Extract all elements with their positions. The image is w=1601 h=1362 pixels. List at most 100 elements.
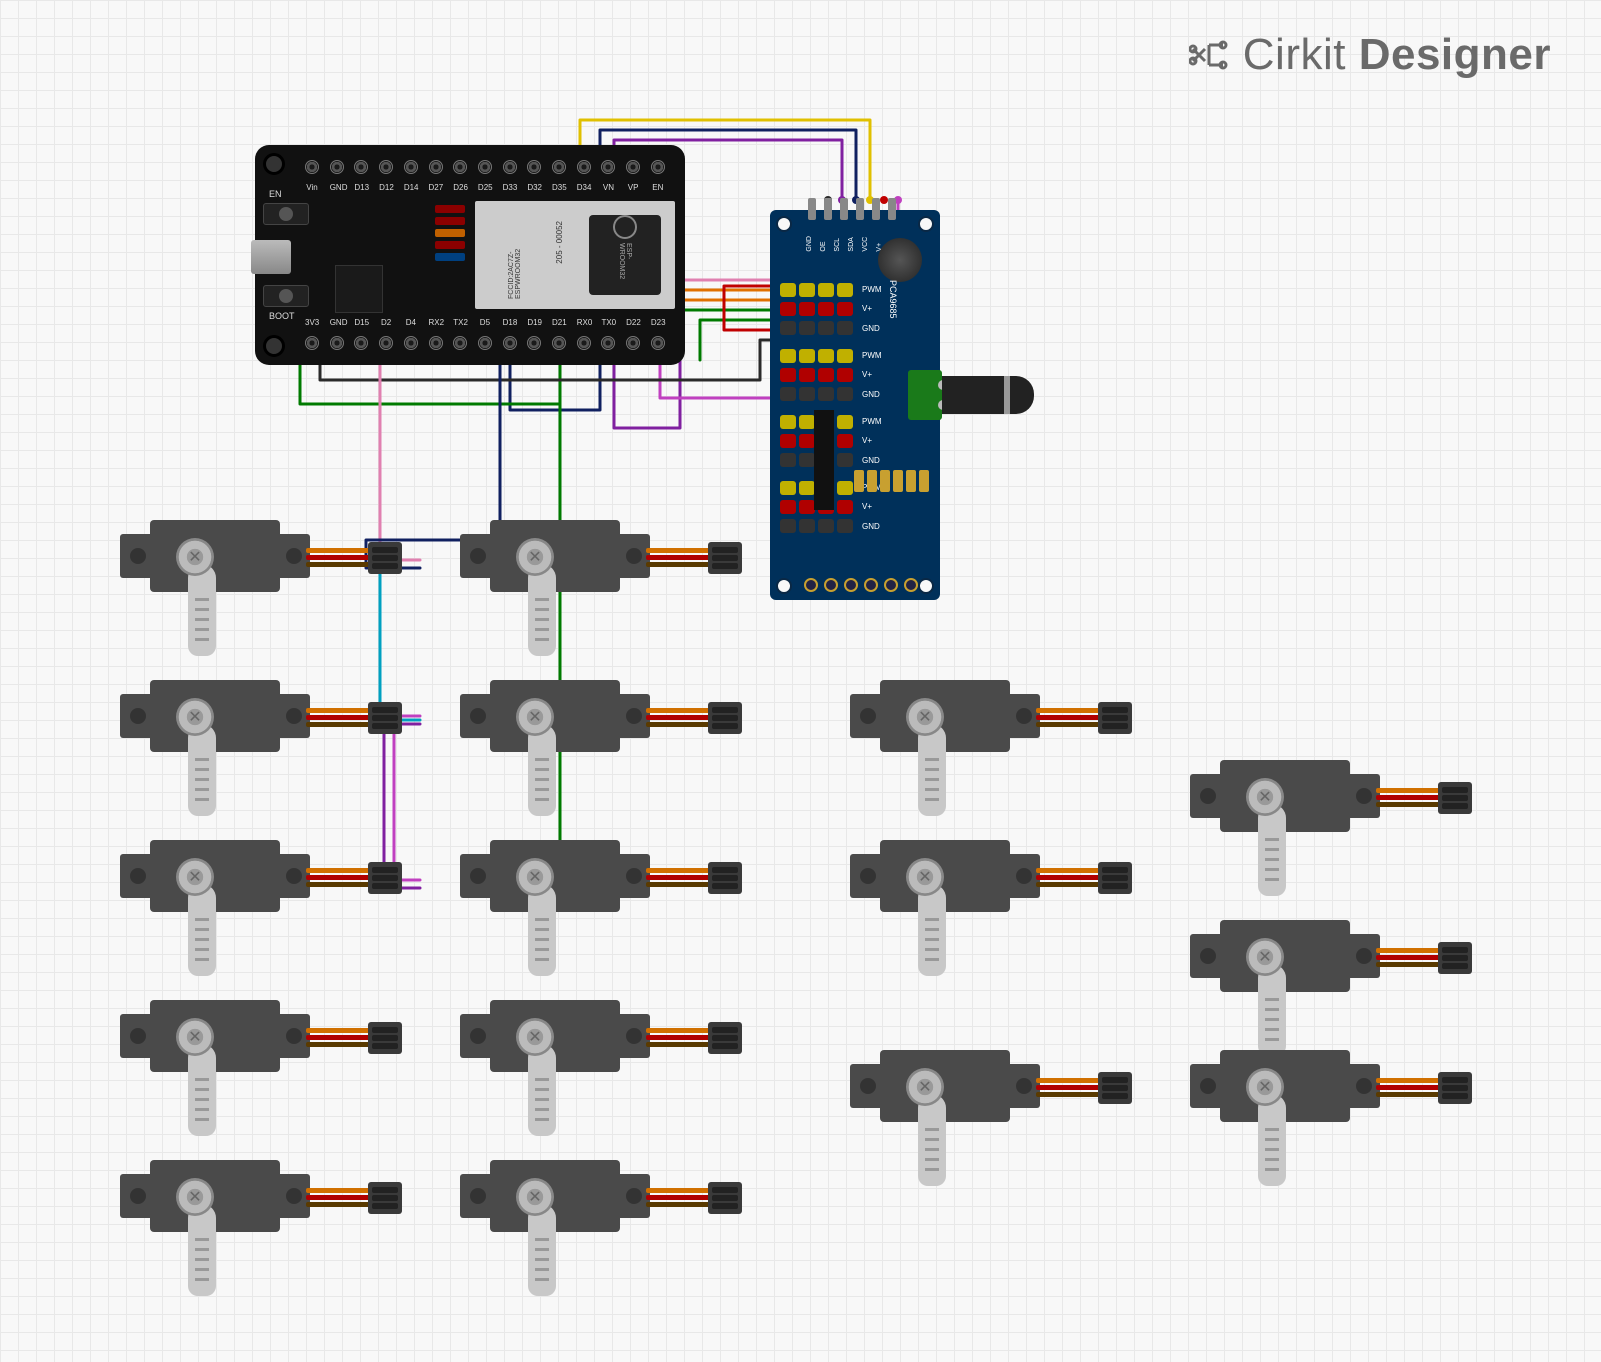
- i2c-out-v+[interactable]: [904, 578, 918, 592]
- pin-d23[interactable]: [651, 336, 665, 350]
- i2c-pin-v+[interactable]: [888, 198, 896, 220]
- servo-15[interactable]: [1190, 1050, 1450, 1140]
- servo-horn[interactable]: [1258, 1094, 1286, 1186]
- pin-d19[interactable]: [527, 336, 541, 350]
- pin-d32[interactable]: [527, 160, 541, 174]
- servo-8[interactable]: [1190, 760, 1450, 850]
- pca9685-board[interactable]: GNDOESCLSDAVCCV+ PCA9685 PWMV+GND PWMV+G…: [770, 210, 940, 600]
- servo-row-pwm[interactable]: [780, 349, 858, 363]
- design-canvas[interactable]: Cirkit Designer: [0, 0, 1601, 1362]
- pin-tx0[interactable]: [601, 336, 615, 350]
- pin-d34[interactable]: [577, 160, 591, 174]
- servo-connector[interactable]: [708, 542, 742, 574]
- servo-connector[interactable]: [708, 702, 742, 734]
- servo-connector[interactable]: [1098, 1072, 1132, 1104]
- servo-connector[interactable]: [368, 862, 402, 894]
- pin-d35[interactable]: [552, 160, 566, 174]
- pin-d26[interactable]: [453, 160, 467, 174]
- pin-d2[interactable]: [379, 336, 393, 350]
- i2c-header-top[interactable]: [808, 198, 896, 220]
- esp32-top-header[interactable]: [305, 153, 665, 181]
- pin-d22[interactable]: [626, 336, 640, 350]
- servo-connector[interactable]: [1098, 702, 1132, 734]
- pin-vp[interactable]: [626, 160, 640, 174]
- pin-d13[interactable]: [354, 160, 368, 174]
- servo-horn[interactable]: [918, 1094, 946, 1186]
- servo-3[interactable]: [460, 680, 720, 770]
- servo-9[interactable]: [120, 1000, 380, 1090]
- esp32-board[interactable]: VinGNDD13D12D14D27D26D25D33D32D35D34VNVP…: [255, 145, 685, 365]
- servo-horn[interactable]: [1258, 804, 1286, 896]
- pin-gnd[interactable]: [330, 160, 344, 174]
- pin-d14[interactable]: [404, 160, 418, 174]
- barrel-jack[interactable]: [942, 376, 1034, 414]
- servo-14[interactable]: [850, 1050, 1110, 1140]
- servo-horn[interactable]: [528, 884, 556, 976]
- address-jumpers[interactable]: [854, 470, 929, 492]
- servo-connector[interactable]: [368, 1182, 402, 1214]
- servo-channels-0-3[interactable]: [780, 280, 858, 338]
- pin-d27[interactable]: [429, 160, 443, 174]
- i2c-out-gnd[interactable]: [804, 578, 818, 592]
- servo-4[interactable]: [850, 680, 1110, 770]
- i2c-pin-gnd[interactable]: [808, 198, 816, 220]
- pin-vin[interactable]: [305, 160, 319, 174]
- servo-5[interactable]: [120, 840, 380, 930]
- servo-horn[interactable]: [528, 1044, 556, 1136]
- servo-horn[interactable]: [918, 884, 946, 976]
- pin-d25[interactable]: [478, 160, 492, 174]
- servo-row-pwm[interactable]: [780, 283, 858, 297]
- servo-horn[interactable]: [918, 724, 946, 816]
- i2c-pin-oe[interactable]: [824, 198, 832, 220]
- pin-d33[interactable]: [503, 160, 517, 174]
- servo-horn[interactable]: [1258, 964, 1286, 1056]
- servo-1[interactable]: [460, 520, 720, 610]
- boot-button[interactable]: [263, 285, 309, 307]
- servo-10[interactable]: [460, 1000, 720, 1090]
- servo-horn[interactable]: [528, 724, 556, 816]
- pin-d21[interactable]: [552, 336, 566, 350]
- servo-row-vcc[interactable]: [780, 368, 858, 382]
- servo-13[interactable]: [460, 1160, 720, 1250]
- servo-channels-4-7[interactable]: [780, 346, 858, 404]
- i2c-out-oe[interactable]: [824, 578, 838, 592]
- pin-3v3[interactable]: [305, 336, 319, 350]
- esp32-bottom-header[interactable]: [305, 329, 665, 357]
- servo-horn[interactable]: [188, 884, 216, 976]
- servo-connector[interactable]: [1438, 782, 1472, 814]
- servo-0[interactable]: [120, 520, 380, 610]
- pin-tx2[interactable]: [453, 336, 467, 350]
- servo-connector[interactable]: [1438, 1072, 1472, 1104]
- pin-rx0[interactable]: [577, 336, 591, 350]
- pin-vn[interactable]: [601, 160, 615, 174]
- servo-connector[interactable]: [708, 1022, 742, 1054]
- pin-d4[interactable]: [404, 336, 418, 350]
- servo-connector[interactable]: [1098, 862, 1132, 894]
- servo-row-vcc[interactable]: [780, 302, 858, 316]
- servo-horn[interactable]: [188, 1044, 216, 1136]
- servo-11[interactable]: [1190, 920, 1450, 1010]
- servo-connector[interactable]: [708, 1182, 742, 1214]
- i2c-pin-sda[interactable]: [856, 198, 864, 220]
- servo-7[interactable]: [850, 840, 1110, 930]
- pin-d18[interactable]: [503, 336, 517, 350]
- servo-connector[interactable]: [1438, 942, 1472, 974]
- servo-horn[interactable]: [188, 564, 216, 656]
- pin-d5[interactable]: [478, 336, 492, 350]
- i2c-out-sda[interactable]: [864, 578, 878, 592]
- servo-2[interactable]: [120, 680, 380, 770]
- servo-horn[interactable]: [528, 1204, 556, 1296]
- servo-connector[interactable]: [368, 1022, 402, 1054]
- servo-row-gnd[interactable]: [780, 321, 858, 335]
- micro-usb-port[interactable]: [251, 240, 291, 274]
- i2c-header-bottom[interactable]: [804, 578, 918, 592]
- i2c-out-vcc[interactable]: [884, 578, 898, 592]
- en-button[interactable]: [263, 203, 309, 225]
- pin-d12[interactable]: [379, 160, 393, 174]
- pin-d15[interactable]: [354, 336, 368, 350]
- power-terminal[interactable]: [908, 370, 942, 420]
- pin-en[interactable]: [651, 160, 665, 174]
- i2c-pin-scl[interactable]: [840, 198, 848, 220]
- servo-row-gnd[interactable]: [780, 387, 858, 401]
- servo-connector[interactable]: [708, 862, 742, 894]
